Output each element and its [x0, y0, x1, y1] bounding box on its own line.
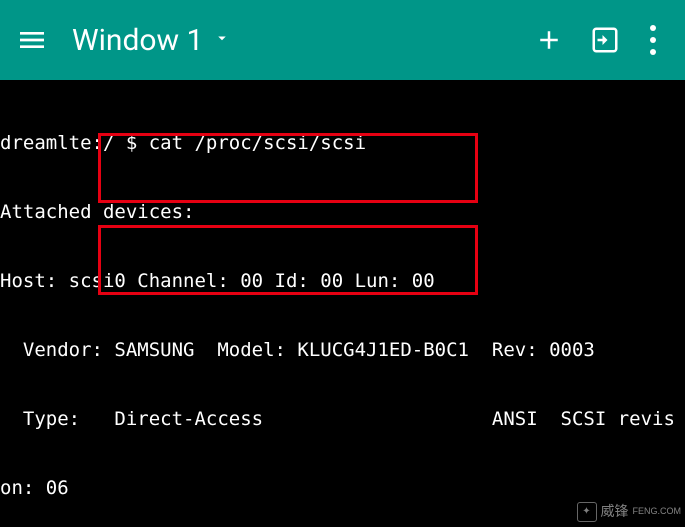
window-selector[interactable]: Window 1 [72, 23, 231, 58]
terminal-line: dreamlte:/ $ cat /proc/scsi/scsi [0, 132, 685, 155]
new-window-button[interactable] [521, 12, 577, 68]
terminal-line: on: 06 [0, 477, 685, 500]
overflow-icon [650, 22, 656, 58]
terminal-output[interactable]: dreamlte:/ $ cat /proc/scsi/scsi Attache… [0, 80, 685, 527]
window-title: Window 1 [72, 23, 203, 58]
terminal-line: Vendor: SAMSUNG Model: KLUCG4J1ED-B0C1 R… [0, 339, 685, 362]
terminal-line: Host: scsi0 Channel: 00 Id: 00 Lun: 00 [0, 270, 685, 293]
watermark-text: 威锋 [601, 500, 629, 523]
terminal-line: Attached devices: [0, 201, 685, 224]
watermark-site: FENG.COM [633, 500, 682, 523]
exit-icon [590, 25, 620, 55]
app-bar: Window 1 [0, 0, 685, 80]
menu-button[interactable] [12, 20, 52, 60]
hamburger-icon [16, 24, 48, 56]
plus-icon [534, 25, 564, 55]
dropdown-icon [213, 29, 231, 51]
overflow-menu-button[interactable] [633, 12, 673, 68]
watermark-logo-icon: ✦ [577, 502, 597, 522]
close-window-button[interactable] [577, 12, 633, 68]
terminal-line: Type: Direct-Access ANSI SCSI revis [0, 408, 685, 431]
watermark: ✦ 威锋 FENG.COM [577, 500, 682, 523]
